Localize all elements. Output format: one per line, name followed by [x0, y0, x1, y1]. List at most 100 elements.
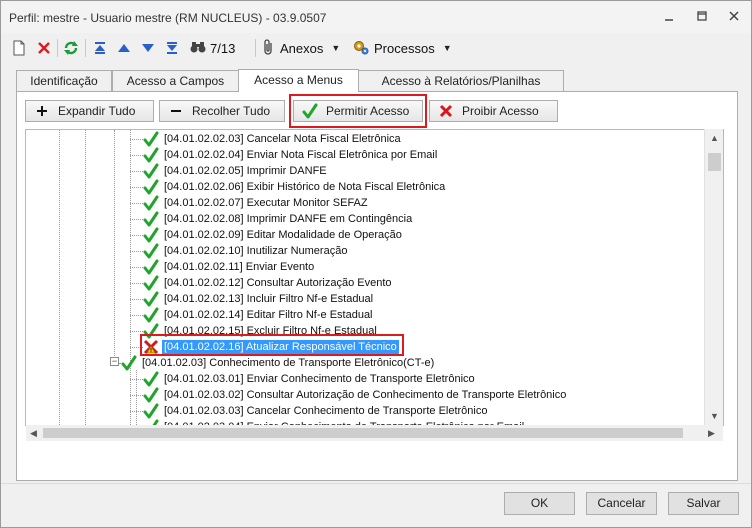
checkmark-icon[interactable]: [143, 211, 159, 227]
tree-node-label: [04.01.02.02.04] Enviar Nota Fiscal Elet…: [164, 148, 438, 161]
tree-node-label: [04.01.02.02.12] Consultar Autorização E…: [164, 276, 392, 289]
tree-horizontal-scrollbar[interactable]: ◀ ▶: [26, 425, 723, 441]
delete-icon[interactable]: [35, 37, 53, 59]
close-icon[interactable]: [726, 9, 742, 25]
tree-node-label: [04.01.02.03.03] Cancelar Conhecimento d…: [164, 404, 488, 417]
anexos-label: Anexos: [280, 40, 324, 56]
scroll-thumb[interactable]: [708, 153, 721, 171]
scroll-down-icon[interactable]: ▼: [710, 411, 719, 421]
highlight-box: [140, 334, 404, 356]
highlight-box: [289, 94, 427, 128]
tree-node[interactable]: [04.01.02.02.03] Cancelar Nota Fiscal El…: [143, 131, 403, 147]
tree-guide-line: [114, 130, 115, 362]
tree-connector: [130, 395, 143, 396]
tree-node[interactable]: [04.01.02.02.12] Consultar Autorização E…: [143, 275, 394, 291]
collapse-all-button[interactable]: Recolher Tudo: [159, 100, 285, 122]
plus-icon: [34, 103, 50, 119]
checkmark-icon[interactable]: [143, 291, 159, 307]
anexos-menu-button[interactable]: Anexos ▼: [262, 37, 346, 59]
tree-node[interactable]: [04.01.02.03.03] Cancelar Conhecimento d…: [143, 403, 489, 419]
processos-menu-button[interactable]: Processos ▼: [352, 37, 452, 59]
checkmark-icon[interactable]: [143, 243, 159, 259]
checkmark-icon[interactable]: [143, 275, 159, 291]
tree-node[interactable]: [04.01.02.02.14] Editar Filtro Nf-e Esta…: [143, 307, 375, 323]
refresh-icon[interactable]: [62, 37, 80, 59]
collapse-node-icon[interactable]: −: [110, 357, 119, 366]
tree-node[interactable]: [04.01.02.02.11] Enviar Evento: [143, 259, 316, 275]
checkmark-icon[interactable]: [143, 227, 159, 243]
perfil-window: Perfil: mestre - Usuario mestre (RM NUCL…: [0, 0, 752, 528]
tree-node-label: [04.01.02.03] Conhecimento de Transporte…: [142, 356, 435, 369]
checkmark-icon[interactable]: [143, 371, 159, 387]
tree-node[interactable]: [04.01.02.02.07] Executar Monitor SEFAZ: [143, 195, 370, 211]
checkmark-icon[interactable]: [143, 163, 159, 179]
checkmark-icon[interactable]: [143, 259, 159, 275]
new-icon[interactable]: [10, 37, 28, 59]
tree-node-label: [04.01.02.02.09] Editar Modalidade de Op…: [164, 228, 402, 241]
tree-connector: [130, 203, 143, 204]
paperclip-icon: [262, 38, 276, 58]
next-record-icon[interactable]: [138, 37, 158, 59]
scroll-thumb[interactable]: [43, 428, 683, 438]
tab-acesso-menus[interactable]: Acesso a Menus: [238, 69, 359, 92]
maximize-icon[interactable]: [694, 9, 710, 25]
checkmark-icon[interactable]: [143, 387, 159, 403]
tree-node[interactable]: [04.01.02.02.13] Incluir Filtro Nf-e Est…: [143, 291, 375, 307]
expand-all-label: Expandir Tudo: [58, 104, 136, 118]
checkmark-icon[interactable]: [143, 147, 159, 163]
save-button[interactable]: Salvar: [668, 492, 739, 515]
tree-node-label: [04.01.02.02.08] Imprimir DANFE em Conti…: [164, 212, 413, 225]
last-record-icon[interactable]: [162, 37, 182, 59]
tree-node[interactable]: [04.01.02.02.04] Enviar Nota Fiscal Elet…: [143, 147, 439, 163]
processos-label: Processos: [374, 40, 435, 56]
red-x-icon: [438, 103, 454, 119]
scroll-up-icon[interactable]: ▲: [710, 133, 719, 143]
tree-node[interactable]: [04.01.02.03.02] Consultar Autorização d…: [143, 387, 568, 403]
ok-button[interactable]: OK: [504, 492, 575, 515]
tree-node-label: [04.01.02.02.10] Inutilizar Numeração: [164, 244, 348, 257]
tree-connector: [130, 315, 143, 316]
toolbar-separator: [255, 39, 256, 57]
tree-node-label: [04.01.02.02.06] Exibir Histórico de Not…: [164, 180, 446, 193]
tree-vertical-scrollbar[interactable]: ▲ ▼: [704, 129, 723, 425]
tree-connector: [130, 251, 143, 252]
tab-acesso-campos[interactable]: Acesso a Campos: [112, 70, 239, 91]
tree-guide-line: [59, 130, 60, 425]
checkmark-icon[interactable]: [121, 355, 137, 371]
title-bar: Perfil: mestre - Usuario mestre (RM NUCL…: [1, 1, 751, 33]
tree-node[interactable]: [04.01.02.03.01] Enviar Conhecimento de …: [143, 371, 477, 387]
collapse-all-label: Recolher Tudo: [192, 104, 271, 118]
tree-node[interactable]: [04.01.02.02.10] Inutilizar Numeração: [143, 243, 349, 259]
tree-node[interactable]: [04.01.02.02.06] Exibir Histórico de Not…: [143, 179, 447, 195]
tree-connector: [130, 171, 143, 172]
tree-node[interactable]: [04.01.02.02.08] Imprimir DANFE em Conti…: [143, 211, 414, 227]
cancel-button[interactable]: Cancelar: [586, 492, 657, 515]
tree-node[interactable]: [04.01.02.02.05] Imprimir DANFE: [143, 163, 329, 179]
tree-guide-line: [85, 130, 86, 425]
expand-all-button[interactable]: Expandir Tudo: [25, 100, 154, 122]
tree-connector: [130, 411, 143, 412]
tree-node-label: [04.01.02.03.02] Consultar Autorização d…: [164, 388, 567, 401]
first-record-icon[interactable]: [90, 37, 110, 59]
record-navigator[interactable]: 7/13: [190, 37, 250, 59]
tree-connector: [130, 299, 143, 300]
scroll-right-icon[interactable]: ▶: [708, 428, 715, 439]
tree-node[interactable]: [04.01.02.02.09] Editar Modalidade de Op…: [143, 227, 404, 243]
checkmark-icon[interactable]: [143, 195, 159, 211]
tab-identificacao[interactable]: Identificação: [16, 70, 112, 91]
tree-node-label: [04.01.02.02.14] Editar Filtro Nf-e Esta…: [164, 308, 373, 321]
tree-node-parent[interactable]: [04.01.02.03] Conhecimento de Transporte…: [121, 355, 436, 371]
tab-acesso-relatorios[interactable]: Acesso à Relatórios/Planilhas: [358, 70, 564, 91]
checkmark-icon[interactable]: [143, 403, 159, 419]
minimize-icon[interactable]: [661, 9, 677, 25]
tree-connector: [130, 283, 143, 284]
previous-record-icon[interactable]: [114, 37, 134, 59]
checkmark-icon[interactable]: [143, 307, 159, 323]
scroll-left-icon[interactable]: ◀: [30, 428, 37, 439]
tree-connector: [130, 267, 143, 268]
deny-access-button[interactable]: Proibir Acesso: [429, 100, 558, 122]
checkmark-icon[interactable]: [143, 131, 159, 147]
menu-tree[interactable]: − [04.01.02.02.03] Cancelar Nota Fiscal …: [25, 129, 724, 426]
binoculars-icon: [190, 40, 206, 57]
checkmark-icon[interactable]: [143, 179, 159, 195]
